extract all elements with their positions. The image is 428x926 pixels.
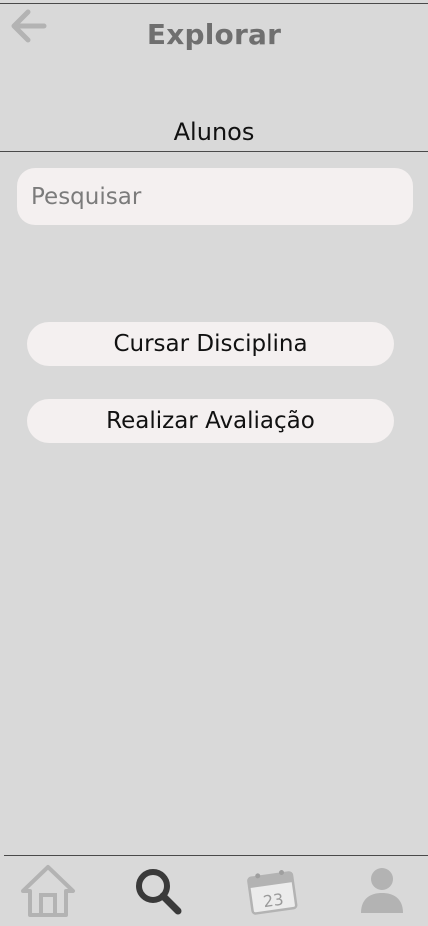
calendar-day-label: 23 (262, 890, 285, 912)
bottom-navigation: 23 (4, 855, 428, 926)
cursar-disciplina-button[interactable]: Cursar Disciplina (27, 322, 394, 366)
nav-home[interactable] (16, 864, 80, 922)
nav-search[interactable] (126, 864, 190, 922)
profile-icon (356, 865, 408, 921)
home-icon (19, 863, 77, 923)
nav-profile[interactable] (350, 864, 414, 922)
section-divider (0, 151, 428, 152)
top-divider (0, 3, 428, 4)
nav-calendar[interactable]: 23 (240, 864, 304, 922)
search-input[interactable] (17, 168, 413, 225)
search-icon (132, 865, 184, 921)
page-title: Explorar (146, 18, 282, 51)
calendar-icon: 23 (242, 865, 302, 921)
section-title: Alunos (173, 118, 255, 146)
realizar-avaliacao-button[interactable]: Realizar Avaliação (27, 399, 394, 443)
